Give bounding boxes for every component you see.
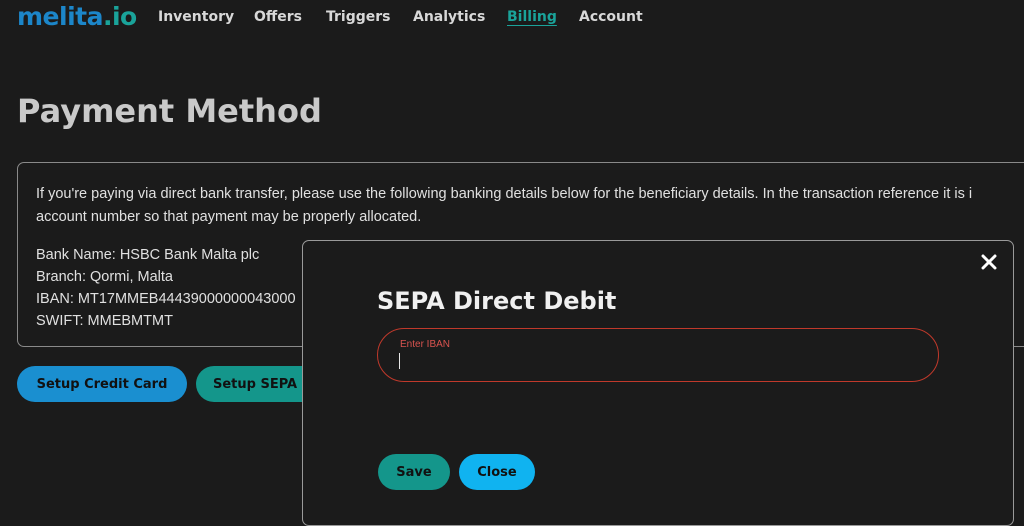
bank-iban: IBAN: MT17MMEB44439000000043000 (36, 291, 296, 307)
close-button[interactable]: Close (459, 454, 535, 490)
nav-account[interactable]: Account (579, 9, 643, 25)
nav-offers[interactable]: Offers (254, 9, 302, 25)
melita-logo[interactable]: melita.io (17, 2, 137, 31)
nav-inventory[interactable]: Inventory (158, 9, 234, 25)
nav-billing[interactable]: Billing (507, 9, 557, 25)
logo-text: melita (17, 2, 103, 31)
instructions-line-2: account number so that payment may be pr… (36, 209, 422, 225)
sepa-direct-debit-modal: SEPA Direct Debit Enter IBAN Save Close (302, 240, 1014, 526)
iban-label: Enter IBAN (400, 339, 451, 350)
page: melita.io Inventory Offers Triggers Anal… (0, 0, 1024, 526)
nav-triggers[interactable]: Triggers (326, 9, 391, 25)
close-icon[interactable] (978, 251, 1000, 273)
nav-analytics[interactable]: Analytics (413, 9, 485, 25)
logo-dot: . (102, 2, 113, 31)
close-x-svg (981, 254, 997, 270)
instructions-line-1: If you're paying via direct bank transfe… (36, 186, 973, 202)
logo-suffix: io (111, 2, 137, 31)
modal-title: SEPA Direct Debit (377, 287, 617, 315)
page-title: Payment Method (17, 92, 322, 130)
iban-input[interactable] (398, 351, 898, 371)
setup-credit-card-button[interactable]: Setup Credit Card (17, 366, 187, 402)
bank-branch: Branch: Qormi, Malta (36, 269, 173, 285)
bank-name: Bank Name: HSBC Bank Malta plc (36, 247, 260, 263)
bank-transfer-instructions: If you're paying via direct bank transfe… (36, 183, 1024, 229)
bank-swift: SWIFT: MMEBMTMT (36, 313, 173, 329)
text-cursor (399, 353, 400, 369)
save-button[interactable]: Save (378, 454, 450, 490)
iban-field[interactable]: Enter IBAN (377, 328, 939, 382)
